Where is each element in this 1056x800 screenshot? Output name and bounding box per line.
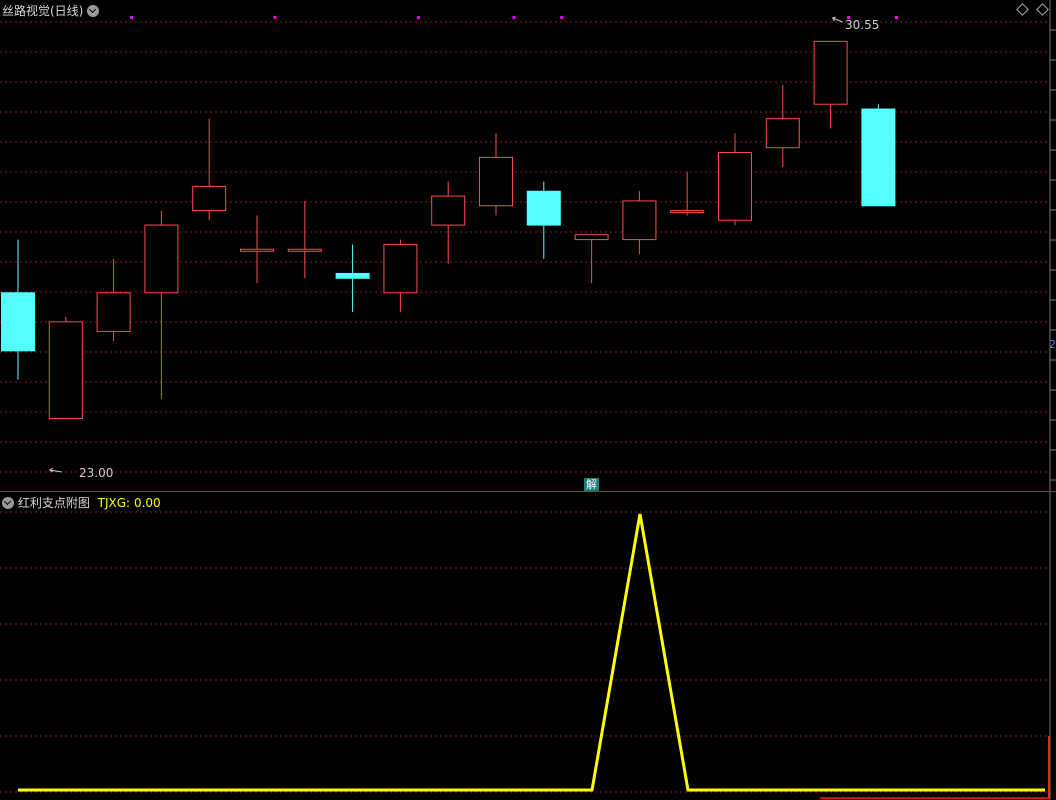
candle-body [287,248,322,252]
signal-marker [894,16,898,19]
candle[interactable] [479,133,513,216]
candle[interactable] [431,181,466,264]
high-price-label: 30.55 [845,18,880,32]
indicator-chart[interactable] [0,492,1056,800]
candle-body [718,152,752,221]
candle[interactable] [144,210,179,400]
signal-marker [130,16,134,19]
candle-body [861,108,896,207]
candle-body [240,248,274,252]
candle[interactable] [670,171,705,216]
candle[interactable] [287,200,322,279]
candle-body [765,118,800,149]
candle-body [479,156,513,207]
candle[interactable] [861,104,896,207]
right-edge-label: 2 [1049,338,1056,351]
candle[interactable] [192,118,227,221]
candle-body [574,234,609,241]
signal-marker [512,16,516,19]
indicator-line-tjxg [18,513,1045,792]
candle-body [335,272,370,279]
candle-body [192,185,227,212]
candle[interactable] [526,181,561,259]
stock-title: 丝路视觉(日线) [2,4,84,18]
chevron-down-icon[interactable] [87,5,100,17]
candle[interactable] [48,316,83,419]
candle-body [431,195,466,226]
candle-body [96,292,131,332]
candle-body [48,321,83,419]
candle-body [1,292,35,352]
signal-marker [560,16,564,19]
candle-body [813,40,848,105]
low-price-label: 23.00 [79,466,114,480]
indicator-name: TJXG: [97,496,131,510]
signal-marker [273,16,277,19]
main-panel-header: 丝路视觉(日线) [2,2,100,19]
candle[interactable] [718,133,752,226]
candle[interactable] [240,215,274,284]
chevron-down-icon[interactable] [2,497,14,509]
candle-body [526,190,561,226]
candle[interactable] [574,234,609,284]
indicator-value: 0.00 [133,496,161,510]
candle[interactable] [1,239,35,380]
candle-body [670,210,705,214]
candlestick-chart[interactable] [0,0,1056,492]
candle[interactable] [622,191,657,255]
candle[interactable] [335,244,370,313]
candle-body [622,200,657,241]
candle[interactable] [765,84,800,168]
candle[interactable] [383,239,418,313]
candle-body [383,243,418,294]
candle[interactable] [813,40,848,129]
sub-panel-title: 红利支点附图 [17,496,90,510]
event-tag[interactable]: 解 [584,478,599,491]
sub-panel-header: 红利支点附图 TJXG: 0.00 [2,494,161,511]
candle-body [144,224,179,294]
signal-marker [416,16,420,19]
candle[interactable] [96,258,131,342]
